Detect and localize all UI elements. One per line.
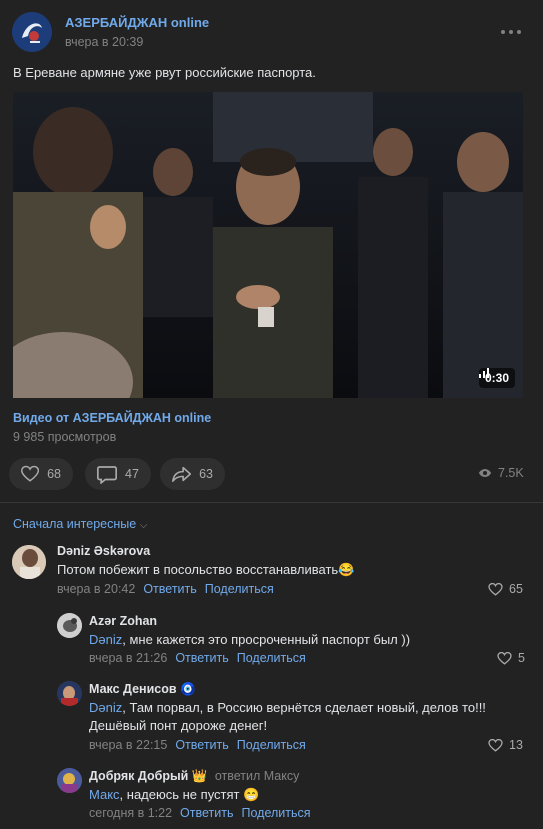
more-options-icon[interactable] [500, 24, 522, 38]
reply-button[interactable]: Ответить [180, 806, 233, 820]
heart-icon [488, 582, 503, 596]
comment-author[interactable]: Макс Денисов 🧿 [89, 682, 196, 697]
avatar[interactable] [57, 681, 82, 706]
comment-count: 47 [125, 467, 139, 481]
comment-body-line1: , Там порвал, в Россию вернётся сделает … [122, 700, 486, 715]
video-title[interactable]: Видео от АЗЕРБАЙДЖАН online [13, 411, 211, 425]
post-text: В Ереване армяне уже рвут российские пас… [13, 65, 316, 80]
reply-button[interactable]: Ответить [175, 651, 228, 665]
share-button[interactable]: 63 [160, 458, 225, 490]
comment-author-name[interactable]: Добряк Добрый 👑 [89, 769, 207, 783]
comment-body: , мне кажется это просроченный паспорт б… [122, 632, 411, 647]
avatar[interactable] [12, 545, 46, 579]
comments-sort-dropdown[interactable]: Сначала интересные ⌵ [13, 517, 147, 531]
share-count: 63 [199, 467, 213, 481]
comment-meta: вчера в 21:26 Ответить Поделиться [89, 651, 306, 665]
share-comment-button[interactable]: Поделиться [237, 738, 306, 752]
comment-text: Потом побежит в посольство восстанавлива… [57, 562, 355, 577]
group-avatar[interactable] [12, 12, 52, 52]
comment-body: , надеюсь не пустят 😁 [119, 787, 260, 802]
group-name[interactable]: АЗЕРБАЙДЖАН online [65, 15, 209, 30]
views-counter: 7.5K [478, 466, 524, 480]
post-time[interactable]: вчера в 20:39 [65, 35, 143, 49]
avatar[interactable] [57, 768, 82, 793]
chevron-down-icon: ⌵ [139, 520, 148, 531]
video-player[interactable]: 0:30 [13, 92, 523, 398]
comment-button[interactable]: 47 [85, 458, 151, 490]
mention-link[interactable]: Dəniz [89, 632, 122, 647]
comment-icon [97, 465, 117, 484]
comment-body-line2: Дешёвый понт дороже денег! [89, 718, 268, 733]
sound-bars-icon [478, 368, 489, 378]
comment-meta: вчера в 22:15 Ответить Поделиться [89, 738, 306, 752]
replied-to-label[interactable]: ответил Максу [215, 769, 300, 783]
comment-time[interactable]: вчера в 20:42 [57, 582, 135, 596]
share-arrow-icon [172, 466, 192, 482]
comment-author[interactable]: Dəniz Əskərova [57, 544, 150, 558]
comment-like-button[interactable]: 65 [488, 582, 523, 596]
video-duration-badge: 0:30 [478, 368, 515, 388]
comment-like-button[interactable]: 13 [488, 738, 523, 752]
video-views: 9 985 просмотров [13, 430, 117, 444]
like-button[interactable]: 68 [9, 458, 73, 490]
reply-button[interactable]: Ответить [143, 582, 196, 596]
comment-meta: вчера в 20:42 Ответить Поделиться [57, 582, 274, 596]
heart-icon [21, 465, 40, 482]
mention-link[interactable]: Макс [89, 787, 120, 802]
share-comment-button[interactable]: Поделиться [237, 651, 306, 665]
comment-author: Добряк Добрый 👑 ответил Максу [89, 769, 299, 784]
heart-icon [488, 738, 503, 752]
section-divider [0, 502, 543, 503]
reply-button[interactable]: Ответить [175, 738, 228, 752]
heart-icon [497, 651, 512, 665]
comment-text: Dəniz, Там порвал, в Россию вернётся сде… [89, 699, 486, 735]
like-count: 68 [47, 467, 61, 481]
sort-label: Сначала интересные [13, 517, 137, 531]
comment-time[interactable]: вчера в 22:15 [89, 738, 167, 752]
share-comment-button[interactable]: Поделиться [205, 582, 274, 596]
comment-like-count: 5 [518, 651, 525, 665]
comment-text: Dəniz, мне кажется это просроченный пасп… [89, 631, 410, 649]
comment-like-button[interactable]: 5 [497, 651, 525, 665]
views-count-text: 7.5K [498, 466, 524, 480]
share-comment-button[interactable]: Поделиться [241, 806, 310, 820]
comment-like-count: 13 [509, 738, 523, 752]
comment-author[interactable]: Azər Zohan [89, 614, 157, 628]
eye-icon [478, 469, 492, 477]
avatar[interactable] [57, 613, 82, 638]
comment-meta: сегодня в 1:22 Ответить Поделиться [89, 806, 311, 820]
comment-time[interactable]: вчера в 21:26 [89, 651, 167, 665]
comment-like-count: 65 [509, 582, 523, 596]
video-thumbnail [13, 92, 523, 398]
mention-link[interactable]: Dəniz [89, 700, 122, 715]
group-logo-icon [12, 12, 52, 52]
comment-text: Макс, надеюсь не пустят 😁 [89, 786, 259, 804]
comment-time[interactable]: сегодня в 1:22 [89, 806, 172, 820]
